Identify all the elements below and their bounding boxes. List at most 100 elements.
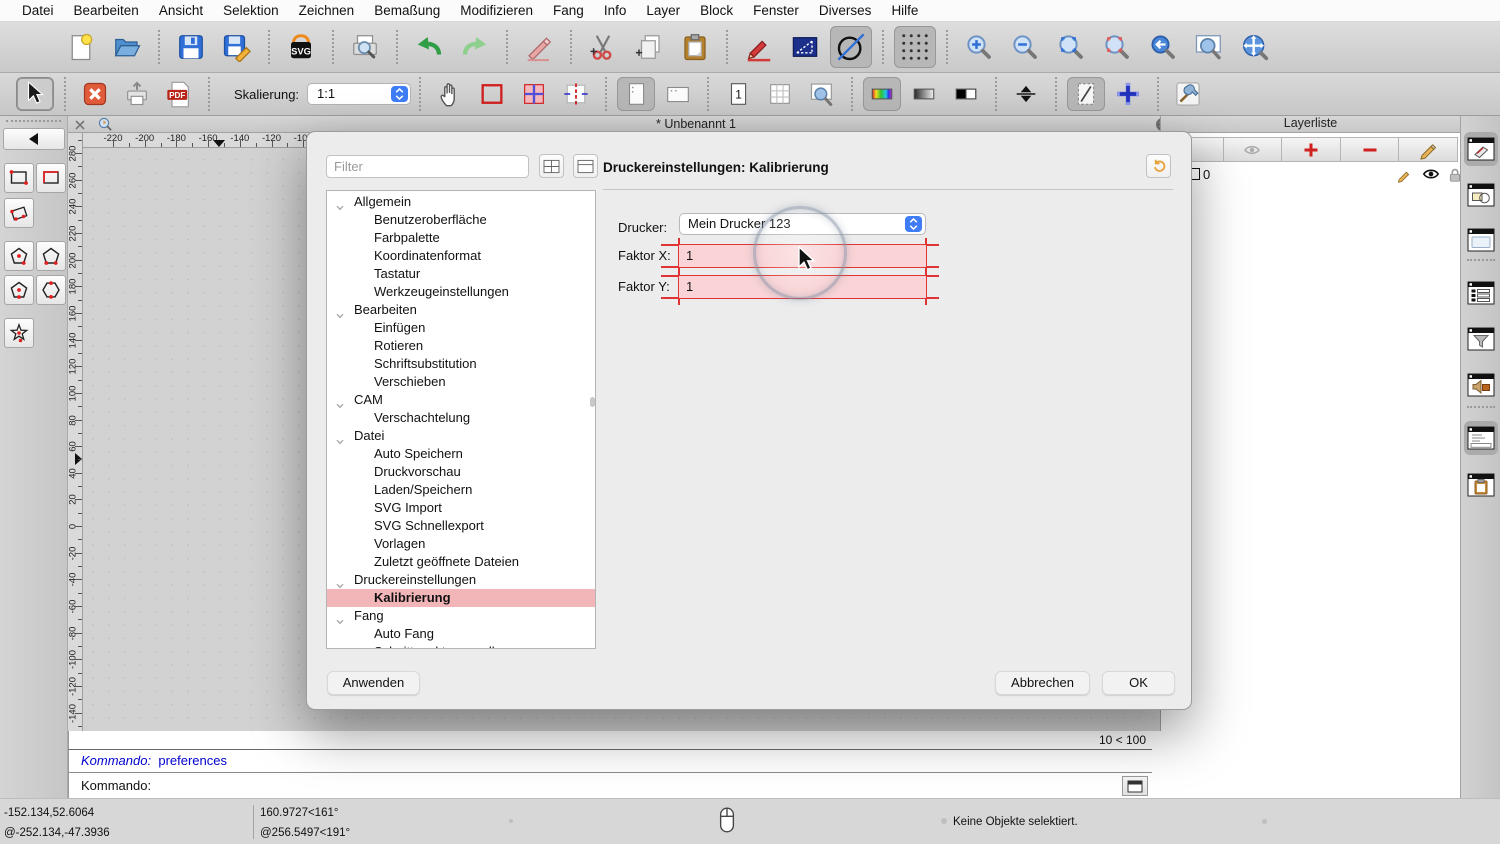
- save-as-button[interactable]: [216, 26, 258, 68]
- tree-scroll-indicator[interactable]: [590, 397, 595, 407]
- settings-tools-button[interactable]: [1169, 77, 1207, 111]
- draw-line-button[interactable]: [738, 26, 780, 68]
- tree-item-14[interactable]: Auto Speichern: [327, 445, 595, 463]
- zoom-pan-button[interactable]: [1234, 26, 1276, 68]
- pdf-export-button[interactable]: PDF: [160, 77, 198, 111]
- star-tool-button[interactable]: [4, 318, 34, 348]
- library-browser-window-button[interactable]: [1464, 223, 1498, 257]
- clipboard-window-button[interactable]: [1464, 468, 1498, 502]
- edit-layer-button[interactable]: [1398, 137, 1458, 162]
- scale-select[interactable]: 1:1: [307, 83, 411, 105]
- black-white-button[interactable]: [947, 77, 985, 111]
- tree-item-4[interactable]: Tastatur: [327, 265, 595, 283]
- rect-by-size-tool-button[interactable]: [36, 163, 66, 193]
- tree-item-7[interactable]: Einfügen: [327, 319, 595, 337]
- multi-page-button[interactable]: [761, 77, 799, 111]
- tree-item-22[interactable]: Kalibrierung: [327, 589, 595, 607]
- apply-button[interactable]: Anwenden: [327, 671, 420, 695]
- polygon-2-points-tool-button[interactable]: [36, 241, 66, 271]
- zoom-in-button[interactable]: [958, 26, 1000, 68]
- tree-item-6[interactable]: Bearbeiten: [327, 301, 595, 319]
- remove-layer-button[interactable]: [1340, 137, 1400, 162]
- polygon-center-point-tool-button[interactable]: [4, 241, 34, 271]
- screen-crosshair-button[interactable]: [1109, 77, 1147, 111]
- tree-item-8[interactable]: Rotieren: [327, 337, 595, 355]
- block-list-window-button[interactable]: [1464, 178, 1498, 212]
- menu-item-hilfe[interactable]: Hilfe: [881, 3, 928, 18]
- tree-item-18[interactable]: SVG Schnellexport: [327, 517, 595, 535]
- draft-mode-button[interactable]: [1067, 77, 1105, 111]
- print-preview-button[interactable]: [344, 26, 386, 68]
- tree-item-24[interactable]: Auto Fang: [327, 625, 595, 643]
- command-history-window-button[interactable]: [1464, 368, 1498, 402]
- menu-item-bemaung[interactable]: Bemaßung: [364, 3, 450, 18]
- eye-icon[interactable]: [1422, 167, 1440, 186]
- grid-toggle-button[interactable]: [894, 26, 936, 68]
- open-file-button[interactable]: [106, 26, 148, 68]
- selection-filter-window-button[interactable]: [1464, 322, 1498, 356]
- tree-item-12[interactable]: Verschachtelung: [327, 409, 595, 427]
- dimension-button[interactable]: [784, 26, 826, 68]
- circle-tool-button[interactable]: [830, 26, 872, 68]
- zoom-window-button[interactable]: [1188, 26, 1230, 68]
- page-zoom-button[interactable]: [803, 77, 841, 111]
- svg-export-button[interactable]: SVG: [280, 26, 322, 68]
- zoom-auto-button[interactable]: [1050, 26, 1092, 68]
- tree-item-16[interactable]: Laden/Speichern: [327, 481, 595, 499]
- command-window-button[interactable]: [1122, 776, 1148, 796]
- tree-item-23[interactable]: Fang: [327, 607, 595, 625]
- grayscale-button[interactable]: [905, 77, 943, 111]
- filter-input[interactable]: [326, 155, 529, 178]
- menu-item-datei[interactable]: Datei: [12, 3, 64, 18]
- undo-button[interactable]: [408, 26, 450, 68]
- copy-button[interactable]: [628, 26, 670, 68]
- cancel-button[interactable]: Abbrechen: [995, 671, 1090, 695]
- redo-button[interactable]: [454, 26, 496, 68]
- pan-hand-button[interactable]: [431, 77, 469, 111]
- ok-button[interactable]: OK: [1102, 671, 1175, 695]
- rect-2-points-tool-button[interactable]: [4, 163, 34, 193]
- landscape-button[interactable]: [659, 77, 697, 111]
- select-arrow-button[interactable]: [16, 77, 54, 111]
- menu-item-bearbeiten[interactable]: Bearbeiten: [64, 3, 149, 18]
- reset-button[interactable]: [1146, 154, 1171, 178]
- tree-item-17[interactable]: SVG Import: [327, 499, 595, 517]
- save-button[interactable]: [170, 26, 212, 68]
- zoom-selection-button[interactable]: [1096, 26, 1138, 68]
- palette-back-button[interactable]: [3, 128, 65, 150]
- delete-button[interactable]: [518, 26, 560, 68]
- tree-item-0[interactable]: Allgemein: [327, 193, 595, 211]
- paper-border-button[interactable]: [473, 77, 511, 111]
- tree-item-25[interactable]: Schnittpunkt manuell: [327, 643, 595, 649]
- tree-item-9[interactable]: Schriftsubstitution: [327, 355, 595, 373]
- show-all-button[interactable]: [1223, 137, 1283, 162]
- tree-item-19[interactable]: Vorlagen: [327, 535, 595, 553]
- mirror-vertical-button[interactable]: [1007, 77, 1045, 111]
- add-layer-button[interactable]: [1281, 137, 1341, 162]
- expand-all-button[interactable]: [539, 154, 564, 178]
- tree-item-13[interactable]: Datei: [327, 427, 595, 445]
- layer-list-window-button[interactable]: [1464, 132, 1498, 166]
- menu-item-fenster[interactable]: Fenster: [743, 3, 809, 18]
- close-drawing-button[interactable]: [76, 77, 114, 111]
- page-grid-button[interactable]: [515, 77, 553, 111]
- collapse-all-button[interactable]: [573, 154, 598, 178]
- cut-button[interactable]: [582, 26, 624, 68]
- tree-item-21[interactable]: Druckereinstellungen: [327, 571, 595, 589]
- menu-item-layer[interactable]: Layer: [636, 3, 690, 18]
- menu-item-ansicht[interactable]: Ansicht: [149, 3, 213, 18]
- portrait-button[interactable]: [617, 77, 655, 111]
- tree-item-5[interactable]: Werkzeugeinstellungen: [327, 283, 595, 301]
- paste-button[interactable]: [674, 26, 716, 68]
- zoom-previous-button[interactable]: [1142, 26, 1184, 68]
- single-page-button[interactable]: 1: [719, 77, 757, 111]
- layer-row[interactable]: 0: [1161, 163, 1460, 186]
- menu-item-zeichnen[interactable]: Zeichnen: [289, 3, 365, 18]
- menu-item-diverses[interactable]: Diverses: [809, 3, 882, 18]
- menu-item-block[interactable]: Block: [690, 3, 743, 18]
- menu-item-modifizieren[interactable]: Modifizieren: [450, 3, 543, 18]
- zoom-out-button[interactable]: [1004, 26, 1046, 68]
- tree-item-10[interactable]: Verschieben: [327, 373, 595, 391]
- tree-item-15[interactable]: Druckvorschau: [327, 463, 595, 481]
- property-editor-window-button[interactable]: [1464, 276, 1498, 310]
